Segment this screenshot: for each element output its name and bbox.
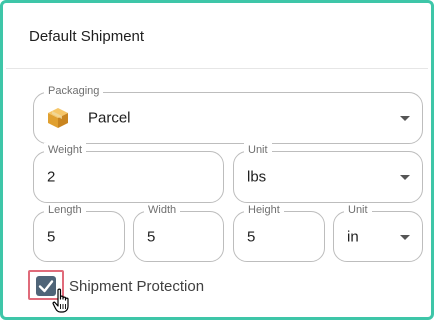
packaging-value: Parcel [88, 109, 131, 127]
dimension-unit-value: in [347, 228, 359, 245]
packaging-label: Packaging [44, 84, 104, 98]
weight-unit-label: Unit [244, 143, 272, 157]
chevron-down-icon [400, 116, 410, 121]
card-frame: Default Shipment Packaging Parcel Weight… [0, 0, 434, 320]
chevron-down-icon [400, 234, 410, 240]
dimension-unit-select[interactable]: Unit in [333, 203, 423, 262]
chevron-down-icon [400, 175, 410, 180]
length-field[interactable]: Length 5 [33, 203, 125, 262]
shipment-protection-label: Shipment Protection [69, 278, 205, 295]
weight-unit-value: lbs [247, 168, 267, 186]
shipment-card: Default Shipment Packaging Parcel Weight… [6, 6, 428, 317]
weight-value: 2 [47, 168, 56, 186]
card-header: Default Shipment [6, 6, 428, 69]
width-label: Width [144, 203, 181, 217]
hand-pointer-icon [52, 288, 69, 313]
length-value: 5 [47, 228, 56, 245]
height-field[interactable]: Height 5 [233, 203, 325, 262]
page-title: Default Shipment [29, 28, 145, 45]
height-label: Height [244, 203, 284, 217]
dimension-unit-label: Unit [344, 203, 372, 217]
width-value: 5 [147, 228, 156, 245]
parcel-box-icon [48, 108, 68, 128]
weight-field[interactable]: Weight 2 [33, 143, 224, 203]
length-label: Length [44, 203, 86, 217]
weight-unit-select[interactable]: Unit lbs [233, 143, 423, 203]
weight-label: Weight [44, 143, 87, 157]
height-value: 5 [247, 228, 256, 245]
packaging-select[interactable]: Packaging Parcel [33, 84, 423, 144]
width-field[interactable]: Width 5 [133, 203, 224, 262]
